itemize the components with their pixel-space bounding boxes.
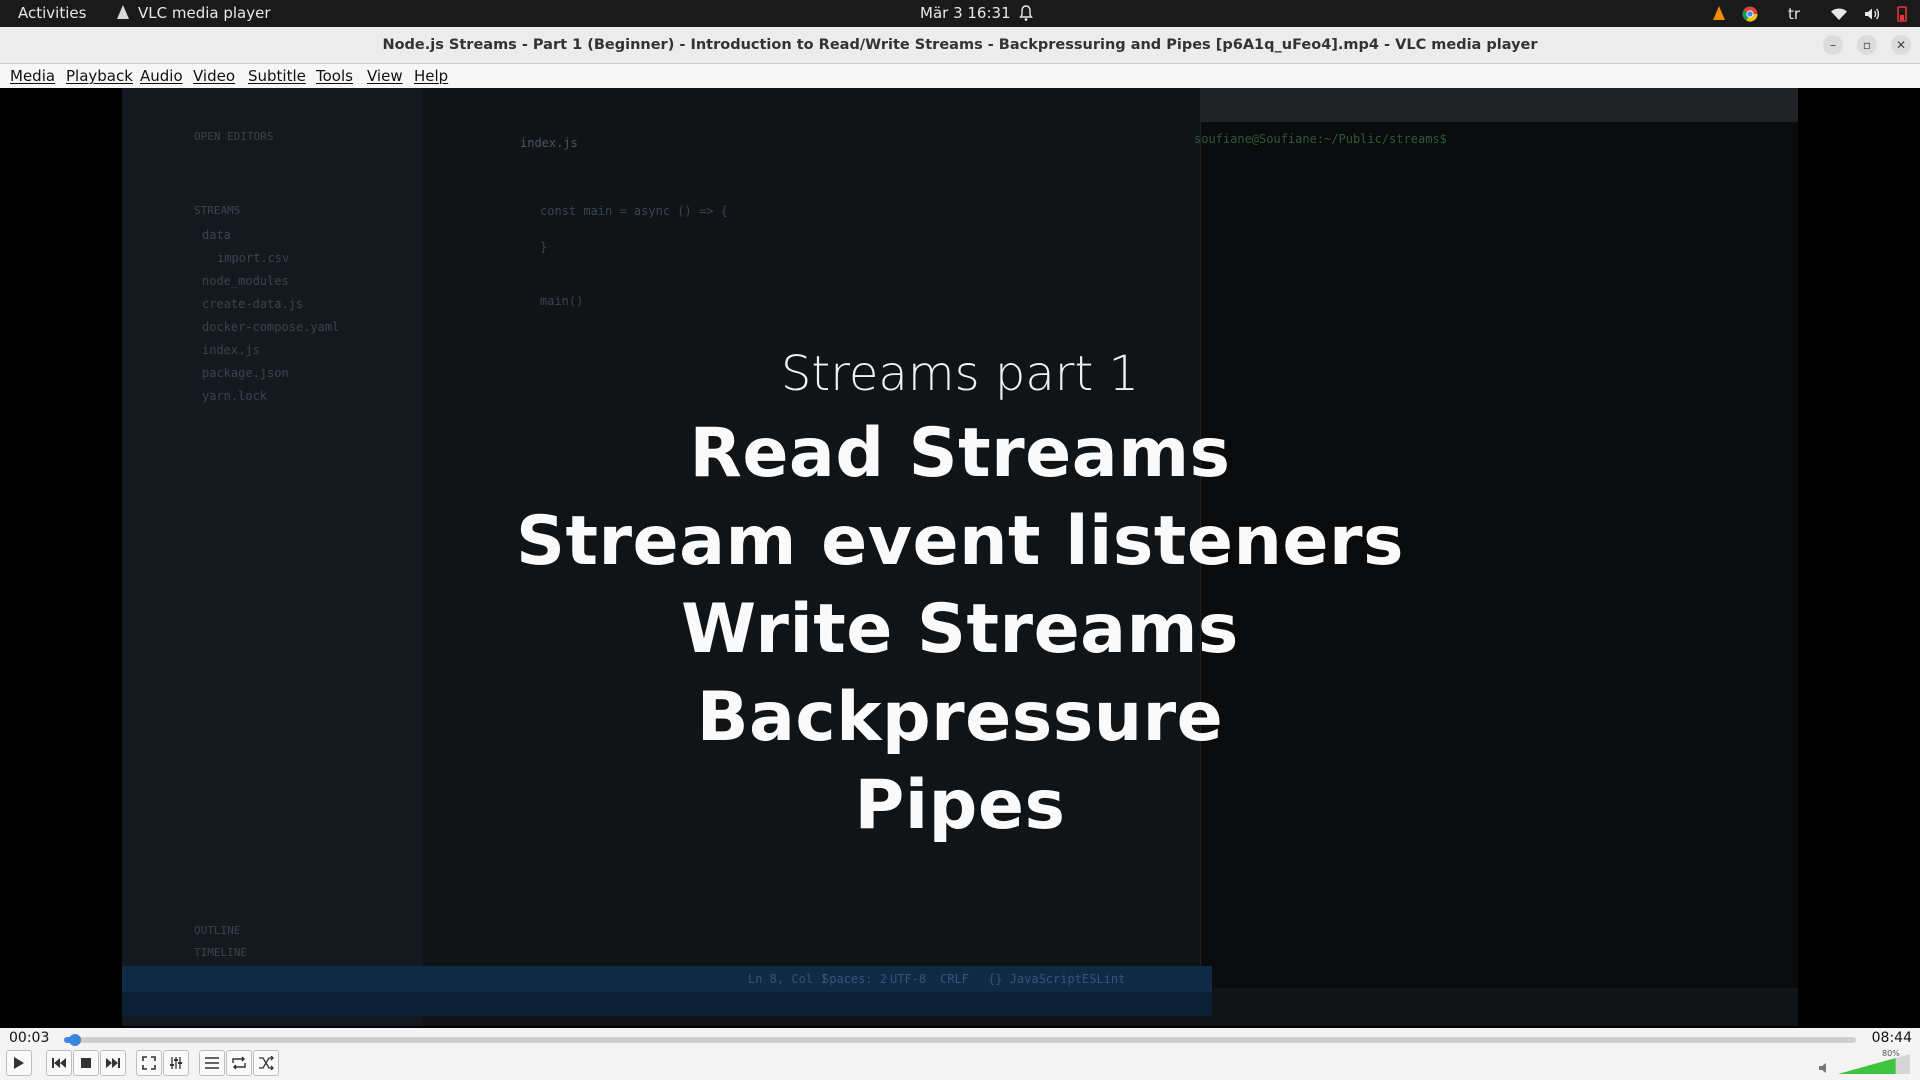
menu-help[interactable]: Help <box>414 67 448 85</box>
ghost-code-line: } <box>540 240 548 254</box>
menu-view[interactable]: View <box>367 67 403 85</box>
volume-icon[interactable] <box>1864 7 1880 21</box>
system-tray: tr <box>1712 3 1908 25</box>
menu-tools[interactable]: Tools <box>316 67 353 85</box>
ghost-file: import.csv <box>217 251 290 265</box>
menu-subtitle[interactable]: Subtitle <box>248 67 306 85</box>
equalizer-icon <box>170 1057 182 1069</box>
play-button[interactable] <box>6 1050 32 1076</box>
ghost-file: docker-compose.yaml <box>202 320 340 334</box>
ghost-file: create-data.js <box>202 297 304 311</box>
menu-audio[interactable]: Audio <box>140 67 183 85</box>
seek-bar[interactable] <box>64 1034 1856 1046</box>
ghost-editor-tab: index.js <box>520 136 578 150</box>
shuffle-button[interactable] <box>253 1050 279 1076</box>
fullscreen-button[interactable] <box>136 1050 162 1076</box>
seek-handle[interactable] <box>68 1034 81 1046</box>
maximize-icon[interactable]: ▫ <box>1857 35 1877 55</box>
activities-button[interactable]: Activities <box>18 4 86 22</box>
app-menu[interactable]: VLC media player <box>116 4 271 22</box>
ghost-code-line: const main = async () => { <box>540 204 728 218</box>
keyboard-layout[interactable]: tr <box>1788 5 1800 23</box>
shuffle-icon <box>259 1056 274 1070</box>
menu-bar: Media Playback Audio Video Subtitle Tool… <box>0 64 1920 88</box>
next-button[interactable] <box>100 1050 126 1076</box>
skip-forward-icon <box>106 1058 120 1068</box>
overlay-line: Pipes <box>854 766 1066 845</box>
volume-level <box>1838 1058 1896 1074</box>
menu-media[interactable]: Media <box>10 67 55 85</box>
menu-playback[interactable]: Playback <box>66 67 133 85</box>
clock[interactable]: Mär 3 16:31 <box>920 4 1011 22</box>
loop-button[interactable] <box>226 1050 252 1076</box>
overlay-line: Stream event listeners <box>516 502 1404 581</box>
overlay-line: Read Streams <box>689 414 1231 493</box>
app-name: VLC media player <box>138 4 271 22</box>
minimize-icon[interactable]: – <box>1823 35 1843 55</box>
vlc-cone-icon <box>116 5 130 21</box>
ghost-code-line: main() <box>540 294 584 308</box>
ghost-status-item: UTF-8 <box>890 972 927 986</box>
ghost-status-item: {} JavaScript <box>988 972 1082 986</box>
ghost-terminal-prompt: soufiane@Soufiane:~/Public/streams$ <box>1194 132 1447 146</box>
playback-controls: 00:03 08:44 80% <box>0 1028 1920 1080</box>
chrome-icon[interactable] <box>1742 6 1758 22</box>
fullscreen-icon <box>142 1056 156 1070</box>
ghost-file: data <box>202 228 231 242</box>
ghost-status-item: CRLF <box>940 972 969 986</box>
playlist-button[interactable] <box>199 1050 225 1076</box>
extended-settings-button[interactable] <box>163 1050 189 1076</box>
ghost-status-item: Ln 8, Col 1 <box>748 972 828 986</box>
skip-back-icon <box>52 1058 66 1068</box>
system-top-bar: Activities VLC media player Mär 3 16:31 … <box>0 0 1920 27</box>
current-time: 00:03 <box>9 1030 50 1046</box>
total-time[interactable]: 08:44 <box>1872 1030 1912 1046</box>
ghost-timeline: TIMELINE <box>194 946 247 959</box>
mute-icon[interactable] <box>1818 1062 1832 1074</box>
video-area[interactable]: index.js OPEN EDITORS STREAMS data impor… <box>0 88 1920 1028</box>
stop-icon <box>81 1058 91 1068</box>
ghost-terminal-titlebar <box>1200 88 1798 122</box>
ghost-editor-statusbar-echo <box>122 992 1212 1016</box>
stop-button[interactable] <box>73 1050 99 1076</box>
volume-slider[interactable]: 80% <box>1838 1049 1910 1074</box>
ghost-open-editors: OPEN EDITORS <box>194 130 274 143</box>
notification-bell-icon[interactable] <box>1018 4 1034 22</box>
ghost-outline: OUTLINE <box>194 924 241 937</box>
ghost-file: node_modules <box>202 274 289 288</box>
volume-label: 80% <box>1882 1049 1900 1058</box>
wifi-icon[interactable] <box>1830 7 1848 21</box>
vlc-tray-icon[interactable] <box>1712 6 1726 22</box>
overlay-line: Write Streams <box>681 590 1239 669</box>
power-icon[interactable] <box>1896 6 1908 22</box>
menu-video[interactable]: Video <box>193 67 235 85</box>
ghost-project-name: STREAMS <box>194 204 241 217</box>
ghost-status-item: ESLint <box>1082 972 1126 986</box>
window-title-bar[interactable]: Node.js Streams - Part 1 (Beginner) - In… <box>0 27 1920 64</box>
overlay-subtitle: Streams part 1 <box>780 346 1140 402</box>
loop-icon <box>232 1056 246 1070</box>
window-title: Node.js Streams - Part 1 (Beginner) - In… <box>382 37 1538 53</box>
play-icon <box>14 1057 24 1069</box>
overlay-line: Backpressure <box>696 678 1224 757</box>
playlist-icon <box>205 1057 219 1069</box>
close-icon[interactable]: ✕ <box>1891 35 1911 55</box>
previous-button[interactable] <box>46 1050 72 1076</box>
ghost-status-item: Spaces: 2 <box>822 972 888 986</box>
